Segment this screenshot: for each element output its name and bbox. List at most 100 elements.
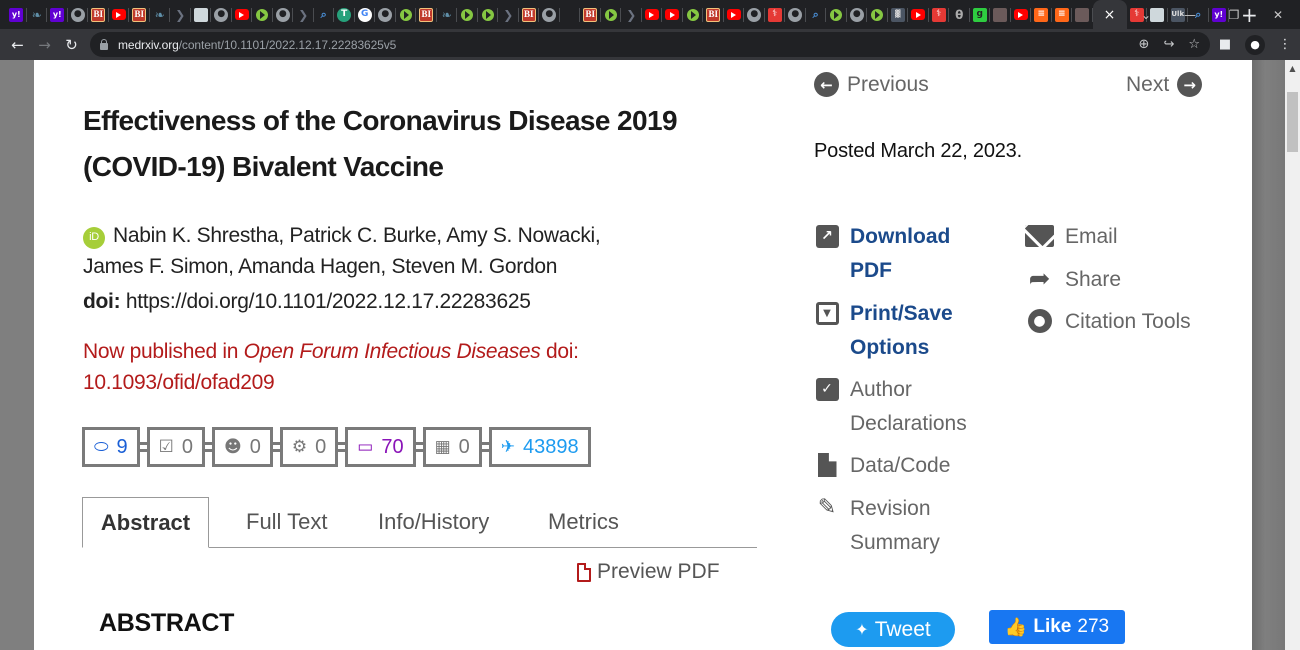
browser-tab[interactable] (867, 0, 888, 29)
browser-tab[interactable] (642, 0, 663, 29)
browser-tab[interactable]: ❧ (437, 0, 458, 29)
forward-button[interactable]: → (31, 36, 58, 54)
preview-pdf-link[interactable]: Preview PDF (577, 560, 720, 584)
browser-tab[interactable]: ● (211, 0, 232, 29)
browser-tab[interactable] (109, 0, 130, 29)
browser-tab[interactable]: ● (744, 0, 765, 29)
browser-tab[interactable]: ▓ (888, 0, 909, 29)
browser-tab[interactable]: y! (6, 0, 27, 29)
tab-info-history[interactable]: Info/History (378, 497, 489, 548)
browser-tab[interactable]: ❧ (27, 0, 48, 29)
previous-link[interactable]: ← Previous (814, 72, 929, 97)
browser-tab[interactable]: ❧ (150, 0, 171, 29)
side-panel-icon[interactable]: ■ (1210, 37, 1240, 52)
browser-tab[interactable] (396, 0, 417, 29)
browser-tab[interactable]: ● (785, 0, 806, 29)
metric-badge-automated-services[interactable]: ⚙ 0 (279, 427, 339, 467)
close-window-button[interactable]: ✕ (1256, 8, 1300, 22)
browser-tab[interactable] (560, 0, 581, 29)
browser-tab[interactable] (908, 0, 929, 29)
browser-tab[interactable]: ⌕ (314, 0, 335, 29)
browser-tab[interactable] (662, 0, 683, 29)
browser-tab[interactable] (191, 0, 212, 29)
browser-tab[interactable]: ● (375, 0, 396, 29)
browser-tab[interactable] (478, 0, 499, 29)
browser-tab[interactable] (252, 0, 273, 29)
browser-tab[interactable]: ⌕ (806, 0, 827, 29)
url-text[interactable]: medrxiv.org/content/10.1101/2022.12.17.2… (118, 38, 396, 52)
doi-link[interactable]: https://doi.org/10.1101/2022.12.17.22283… (126, 290, 531, 313)
tweet-button[interactable]: ✦ Tweet (831, 612, 955, 647)
metric-badge-blogs[interactable]: ▭ 70 (345, 427, 416, 467)
share-icon[interactable]: ↪ (1163, 37, 1174, 52)
print-save-options-link[interactable]: ▼ Print/Save Options (815, 297, 953, 365)
author-declarations-link[interactable]: ✓ Author Declarations (815, 373, 967, 441)
browser-tab[interactable]: BI (703, 0, 724, 29)
browser-tab[interactable]: BI (519, 0, 540, 29)
browser-tab[interactable]: BI (88, 0, 109, 29)
browser-tab[interactable]: y! (47, 0, 68, 29)
share-link[interactable]: ➦ Share (1025, 263, 1121, 297)
browser-menu-icon[interactable]: ⋮ (1270, 37, 1300, 52)
tab-search-button[interactable]: ⌄ (1124, 8, 1168, 22)
browser-tab[interactable]: BI (416, 0, 437, 29)
browser-tab[interactable] (826, 0, 847, 29)
tab-full-text[interactable]: Full Text (246, 497, 328, 548)
metric-badge-community[interactable]: ☻ 0 (212, 427, 273, 467)
browser-tab[interactable] (601, 0, 622, 29)
metric-badge-media[interactable]: ▦ 0 (422, 427, 482, 467)
tab-metrics[interactable]: Metrics (548, 497, 619, 548)
tab-abstract[interactable]: Abstract (82, 497, 209, 548)
browser-tab[interactable] (232, 0, 253, 29)
facebook-like-button[interactable]: 👍 Like 273 (989, 610, 1125, 644)
profile-button[interactable]: ● (1240, 34, 1270, 55)
scroll-up-arrow-icon[interactable]: ▲ (1285, 60, 1300, 77)
published-notice[interactable]: Now published in Open Forum Infectious D… (83, 336, 683, 398)
browser-tab[interactable]: ≡ (1031, 0, 1052, 29)
minimize-button[interactable]: — (1168, 8, 1212, 22)
browser-tab[interactable]: ≡ (1052, 0, 1073, 29)
email-link[interactable]: Email (1025, 220, 1118, 254)
scrollbar-thumb[interactable] (1287, 92, 1298, 152)
reload-button[interactable]: ↻ (58, 36, 85, 54)
browser-tab[interactable]: ⚕ (765, 0, 786, 29)
data-code-link[interactable]: Data/Code (815, 449, 950, 483)
browser-tab[interactable]: ❯ (498, 0, 519, 29)
browser-tab[interactable]: ❯ (170, 0, 191, 29)
browser-tab[interactable]: BI (580, 0, 601, 29)
orcid-icon[interactable]: iD (83, 226, 105, 249)
browser-tab[interactable]: ⚕ (929, 0, 950, 29)
browser-tab[interactable]: g (970, 0, 991, 29)
browser-tab[interactable]: ● (847, 0, 868, 29)
download-pdf-link[interactable]: ↗ Download PDF (815, 220, 950, 288)
back-button[interactable]: ← (4, 36, 31, 54)
browser-tab[interactable]: ❯ (293, 0, 314, 29)
metric-badge-twitter[interactable]: ✈ 43898 (488, 427, 591, 467)
address-bar[interactable]: medrxiv.org/content/10.1101/2022.12.17.2… (90, 32, 1210, 57)
browser-tab[interactable]: ❯ (621, 0, 642, 29)
vertical-scrollbar[interactable]: ▲ (1285, 60, 1300, 650)
authors-line-2[interactable]: James F. Simon, Amanda Hagen, Steven M. … (83, 255, 557, 278)
browser-tab[interactable] (457, 0, 478, 29)
browser-tab[interactable]: G (355, 0, 376, 29)
metric-badge-peer-review[interactable]: ☑ 0 (146, 427, 206, 467)
browser-tab[interactable]: BI (129, 0, 150, 29)
browser-tab[interactable]: θ (949, 0, 970, 29)
metric-badge-comments[interactable]: ⬭ 9 (82, 427, 140, 467)
browser-tab[interactable] (724, 0, 745, 29)
authors-line-1[interactable]: Nabin K. Shrestha, Patrick C. Burke, Amy… (113, 224, 601, 247)
browser-tab[interactable] (683, 0, 704, 29)
lock-icon[interactable] (100, 38, 108, 50)
browser-tab[interactable]: ● (273, 0, 294, 29)
browser-tab[interactable] (1072, 0, 1093, 29)
revision-summary-link[interactable]: ✎ Revision Summary (815, 492, 940, 560)
bookmark-star-icon[interactable]: ☆ (1188, 37, 1200, 52)
browser-tab[interactable]: ● (539, 0, 560, 29)
citation-tools-link[interactable]: ● Citation Tools (1025, 305, 1191, 339)
browser-tab[interactable] (1011, 0, 1032, 29)
tab-active[interactable]: × (1092, 0, 1127, 29)
close-tab-icon[interactable]: × (1104, 7, 1116, 23)
zoom-icon[interactable]: ⊕ (1139, 37, 1150, 52)
next-link[interactable]: Next → (1126, 72, 1203, 97)
browser-tab[interactable]: T (334, 0, 355, 29)
